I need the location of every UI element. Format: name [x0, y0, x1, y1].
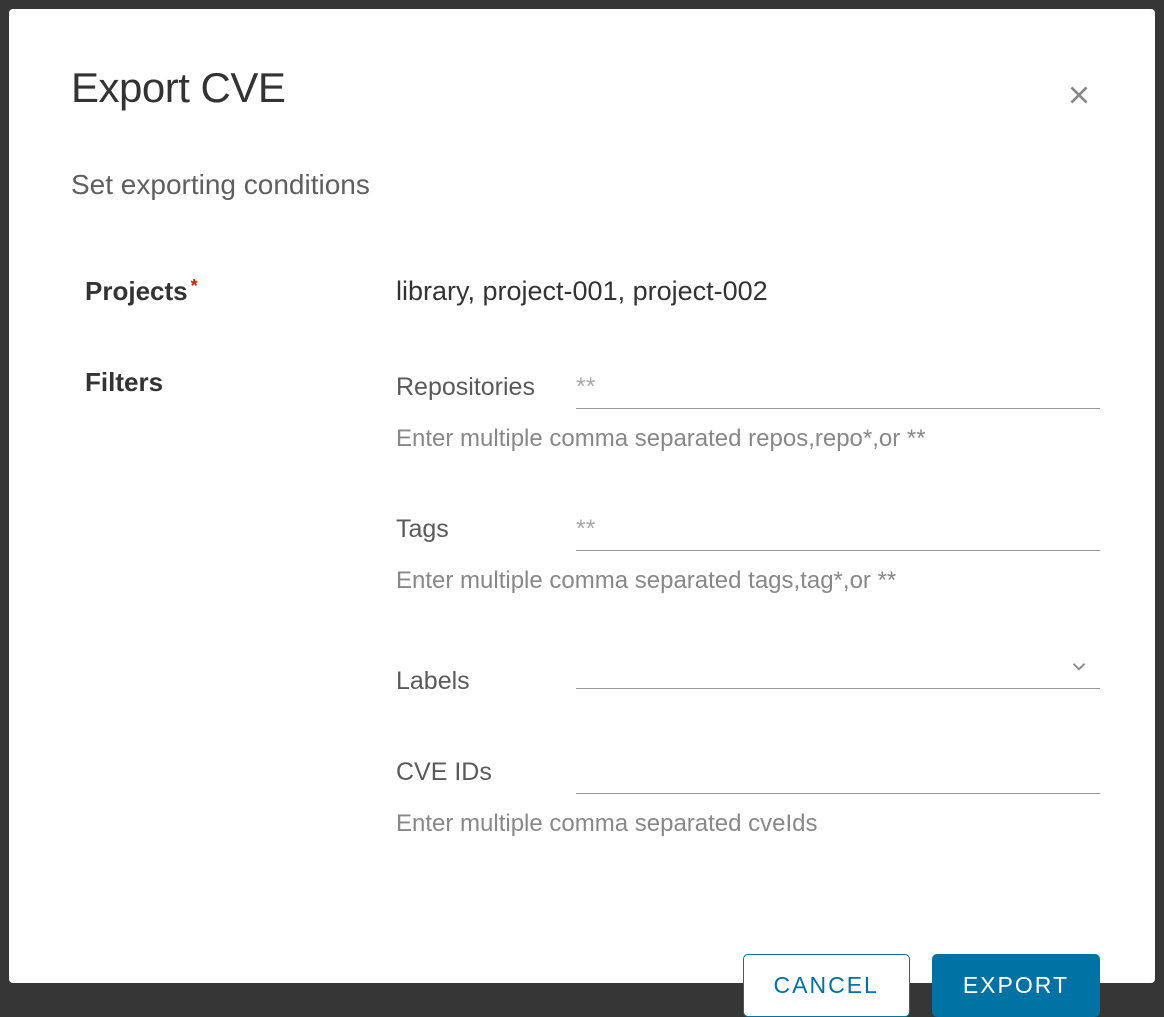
repositories-label: Repositories [396, 373, 536, 402]
cveids-filter: CVE IDs Enter multiple comma separated c… [396, 752, 1100, 838]
tags-row: Tags [396, 509, 1100, 551]
repositories-input[interactable] [576, 367, 1100, 409]
repositories-row: Repositories [396, 367, 1100, 409]
required-asterisk: * [191, 276, 198, 296]
modal-header: Export CVE [71, 64, 1100, 119]
projects-value-col: library, project-001, project-002 [396, 276, 1100, 307]
labels-dropdown[interactable] [576, 651, 1100, 689]
projects-row: Projects* library, project-001, project-… [71, 276, 1100, 307]
filters-row: Filters Repositories Enter multiple comm… [71, 367, 1100, 894]
filters-label: Filters [85, 367, 163, 397]
tags-hint: Enter multiple comma separated tags,tag*… [396, 567, 1100, 595]
labels-row: Labels [396, 651, 1100, 696]
tags-label: Tags [396, 515, 536, 544]
labels-filter: Labels [396, 651, 1100, 696]
close-button[interactable] [1058, 74, 1100, 119]
filters-value-col: Repositories Enter multiple comma separa… [396, 367, 1100, 894]
cveids-hint: Enter multiple comma separated cveIds [396, 810, 1100, 838]
filters-label-col: Filters [71, 367, 396, 398]
cveids-row: CVE IDs [396, 752, 1100, 794]
modal-title: Export CVE [71, 64, 285, 112]
cveids-label: CVE IDs [396, 758, 536, 787]
projects-label: Projects [85, 276, 188, 306]
labels-label: Labels [396, 667, 536, 696]
repositories-hint: Enter multiple comma separated repos,rep… [396, 425, 1100, 453]
cveids-input[interactable] [576, 752, 1100, 794]
repositories-filter: Repositories Enter multiple comma separa… [396, 367, 1100, 453]
export-cve-modal: Export CVE Set exporting conditions Proj… [9, 9, 1155, 983]
projects-label-col: Projects* [71, 276, 396, 307]
tags-filter: Tags Enter multiple comma separated tags… [396, 509, 1100, 595]
chevron-down-icon [1068, 655, 1090, 684]
export-button[interactable]: EXPORT [932, 954, 1100, 1017]
modal-footer: CANCEL EXPORT [71, 954, 1100, 1017]
close-icon [1066, 96, 1092, 111]
projects-value: library, project-001, project-002 [396, 276, 768, 306]
cancel-button[interactable]: CANCEL [743, 954, 910, 1017]
modal-subtitle: Set exporting conditions [71, 169, 1100, 201]
tags-input[interactable] [576, 509, 1100, 551]
